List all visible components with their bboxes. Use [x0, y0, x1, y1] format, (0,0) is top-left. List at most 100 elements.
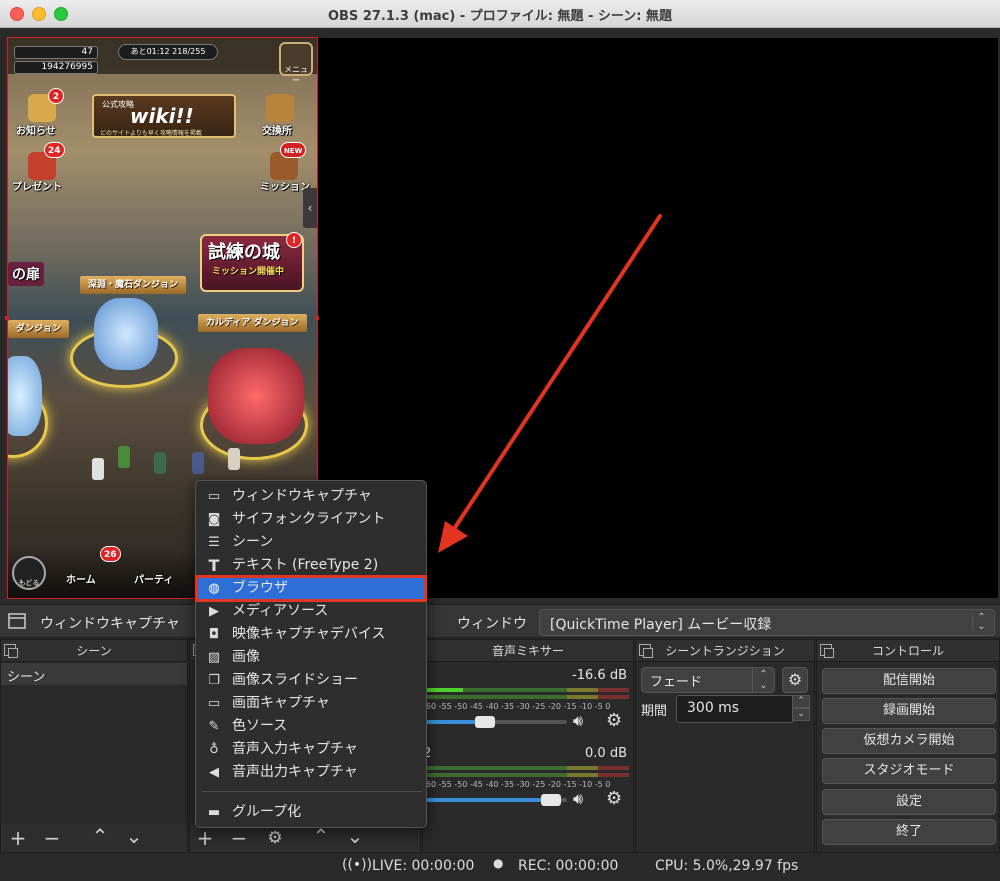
menu-item-audio-output-capture[interactable]: ◀ 音声出力キャプチャ: [197, 761, 425, 784]
resize-handle[interactable]: [5, 316, 9, 320]
remove-scene-button[interactable]: −: [39, 826, 65, 850]
move-scene-up-button[interactable]: ⌃: [87, 824, 113, 848]
audio-mixer-dock: 音声ミキサー -16.6 dB -60 -55 -50 -45 -40 -35 …: [422, 639, 634, 853]
controls-dock: コントロール 配信開始 録画開始 仮想カメラ開始 スタジオモード 設定 終了: [816, 639, 1000, 853]
news-badge: 2: [48, 88, 64, 104]
party-character: [92, 458, 104, 480]
left-crystal: [8, 356, 42, 436]
title-bar: OBS 27.1.3 (mac) - プロファイル: 無題 - シーン: 無題: [0, 0, 1000, 28]
speaker-icon[interactable]: 🔊︎: [573, 789, 583, 809]
selected-source-name: ウィンドウキャプチャ: [40, 616, 180, 632]
menu-item-audio-input-capture[interactable]: ♁ 音声入力キャプチャ: [197, 738, 425, 761]
exchange-label: 交換所: [262, 126, 292, 137]
channel-2-meter: [423, 773, 629, 777]
back-button: もどる: [12, 556, 46, 590]
menu-item-syphon-client[interactable]: ◙ サイフォンクライアント: [197, 508, 425, 531]
mixer-channel-1: -16.6 dB -60 -55 -50 -45 -40 -35 -30 -25…: [423, 664, 633, 744]
undock-icon[interactable]: [639, 644, 653, 658]
party-character: [118, 446, 130, 468]
rec-time: REC: 00:00:00: [518, 858, 619, 874]
gear-icon[interactable]: ⚙: [606, 788, 622, 809]
move-scene-down-button[interactable]: ⌄: [121, 824, 147, 848]
remove-source-button[interactable]: −: [226, 826, 252, 850]
party-character: [192, 452, 204, 474]
start-streaming-button[interactable]: 配信開始: [822, 668, 996, 694]
source-toolbar: ウィンドウキャプチャ ウィンドウ [QuickTime Player] ムービー…: [0, 604, 1000, 638]
chevron-down-icon[interactable]: ⌄: [792, 708, 810, 721]
game-stat-gil: 194276995: [14, 61, 98, 74]
start-recording-button[interactable]: 録画開始: [822, 698, 996, 724]
exchange-icon: [266, 94, 294, 122]
channel-1-db: -16.6 dB: [572, 668, 627, 683]
menu-item-scene[interactable]: ☰ シーン: [197, 531, 425, 554]
transition-select-value: フェード: [650, 675, 703, 690]
window-select-value: [QuickTime Player] ムービー収録: [550, 617, 772, 633]
dungeon-banner-cardia: カルディア ダンジョン: [198, 314, 307, 332]
menu-item-text-freetype2[interactable]: T テキスト (FreeType 2): [197, 554, 425, 577]
transition-select[interactable]: フェード ⌃ ⌄: [641, 667, 775, 693]
channel-1-meter-level: [423, 688, 463, 692]
folder-icon: ▬: [207, 805, 221, 820]
start-virtual-camera-button[interactable]: 仮想カメラ開始: [822, 728, 996, 754]
gear-icon[interactable]: ⚙: [606, 710, 622, 731]
cpu-fps: CPU: 5.0%,29.97 fps: [655, 858, 799, 874]
scene-list-item[interactable]: シーン: [1, 663, 187, 685]
window-icon: [8, 613, 26, 629]
chevron-updown-icon: ⌃ ⌄: [972, 613, 990, 632]
gamepad-icon: ◙: [207, 512, 221, 527]
duration-stepper[interactable]: ⌃ ⌄: [792, 695, 810, 723]
monitor-icon: ▭: [207, 696, 221, 711]
party-label: パーティ: [134, 575, 174, 586]
slideshow-icon: ❐: [208, 673, 220, 688]
chevron-updown-icon: ⌃ ⌄: [752, 668, 774, 692]
scenes-dock: シーン シーン + − ⌃ ⌄: [0, 639, 188, 853]
menu-item-group[interactable]: ▬ グループ化: [197, 801, 425, 824]
chevron-up-icon[interactable]: ⌃: [792, 695, 810, 708]
studio-mode-button[interactable]: スタジオモード: [822, 758, 996, 784]
controls-dock-title: コントロール: [871, 644, 944, 658]
undock-icon[interactable]: [4, 644, 18, 658]
menu-item-window-capture[interactable]: ▭ ウィンドウキャプチャ: [197, 485, 425, 508]
add-source-button[interactable]: +: [192, 826, 218, 850]
menu-item-media-source[interactable]: ▶ メディアソース: [197, 600, 425, 623]
image-icon: ▨: [207, 650, 221, 665]
game-menu-button: メニュー: [279, 42, 313, 85]
meter-scale: -60 -55 -50 -45 -40 -35 -30 -25 -20 -15 …: [423, 702, 611, 711]
menu-item-image-slideshow[interactable]: ❐ 画像スライドショー: [197, 669, 425, 692]
add-scene-button[interactable]: +: [5, 826, 31, 850]
menu-item-browser[interactable]: ◍ ブラウザ: [195, 575, 427, 602]
gear-icon[interactable]: ⚙: [262, 828, 288, 848]
settings-button[interactable]: 設定: [822, 789, 996, 815]
channel-1-volume-knob[interactable]: [475, 716, 495, 728]
record-icon: ●: [493, 856, 504, 870]
microphone-icon: ♁: [209, 742, 219, 757]
exit-button[interactable]: 終了: [822, 819, 996, 845]
dungeon-banner-left: ダンジョン: [8, 320, 70, 338]
gear-icon[interactable]: ⚙: [782, 667, 808, 693]
castle-badge: !: [286, 232, 302, 248]
duration-input[interactable]: 300 ms: [676, 695, 794, 723]
scenes-dock-footer: + − ⌃ ⌄: [1, 824, 187, 852]
duration-label: 期間: [641, 704, 668, 719]
menu-item-color-source[interactable]: ✎ 色ソース: [197, 715, 425, 738]
speaker-icon: ◀: [209, 765, 219, 780]
menu-item-display-capture[interactable]: ▭ 画面キャプチャ: [197, 692, 425, 715]
speaker-icon[interactable]: 🔊︎: [573, 711, 583, 731]
present-badge: 24: [44, 142, 65, 158]
undock-icon[interactable]: [820, 644, 834, 658]
dungeon-banner-abyss: 深淵・魔石ダンジョン: [80, 276, 187, 294]
resize-handle[interactable]: [315, 316, 319, 320]
channel-1-volume-fill: [423, 720, 479, 724]
mixer-dock-title: 音声ミキサー: [423, 640, 633, 662]
abyss-crystal: [94, 298, 158, 370]
window-select[interactable]: [QuickTime Player] ムービー収録 ⌃ ⌄: [539, 609, 995, 636]
sources-dock-footer: + − ⚙ ⌃ ⌄: [190, 824, 420, 852]
left-gate-label: の扉: [8, 262, 44, 286]
camera-icon: ◘: [208, 627, 220, 642]
channel-2-meter: [423, 766, 629, 770]
channel-2-volume-knob[interactable]: [541, 794, 561, 806]
menu-item-image[interactable]: ▨ 画像: [197, 646, 425, 669]
menu-item-video-capture-device[interactable]: ◘ 映像キャプチャデバイス: [197, 623, 425, 646]
home-badge: 26: [100, 546, 121, 562]
party-character: [154, 452, 166, 474]
